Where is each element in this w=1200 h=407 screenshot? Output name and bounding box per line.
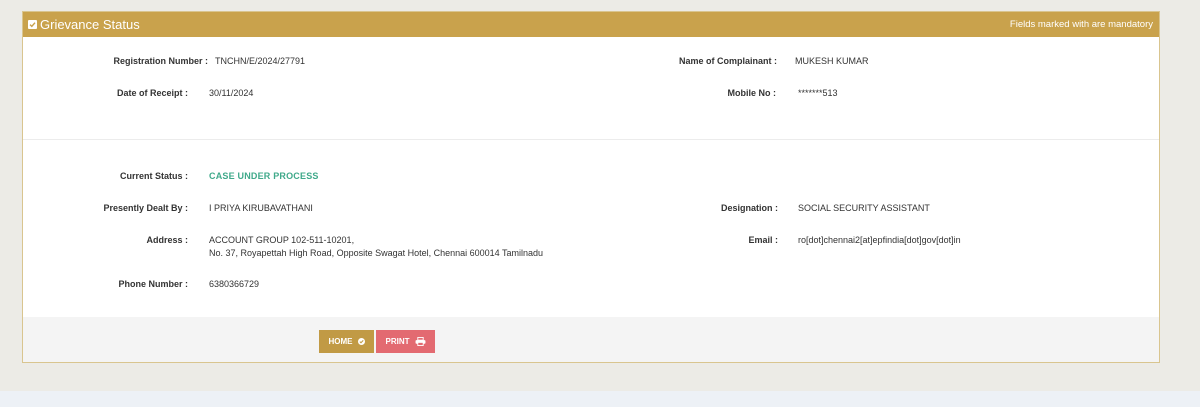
- section-divider: [23, 139, 1159, 140]
- mobile-no-label: Mobile No :: [727, 88, 777, 98]
- home-button[interactable]: HOME: [319, 330, 374, 353]
- check-circle-icon: [357, 338, 365, 345]
- date-of-receipt-value: 30/11/2024: [209, 88, 254, 98]
- printer-icon: [415, 337, 425, 346]
- panel-title: Grievance Status: [40, 17, 140, 32]
- presently-dealt-by-value: I PRIYA KIRUBAVATHANI: [209, 203, 313, 213]
- page-bottom-strip: [0, 391, 1200, 407]
- action-bar: HOME PRINT: [23, 317, 1159, 362]
- phone-number-label: Phone Number :: [118, 279, 188, 289]
- current-status-value: CASE UNDER PROCESS: [209, 171, 319, 181]
- designation-value: SOCIAL SECURITY ASSISTANT: [798, 203, 930, 213]
- designation-label: Designation :: [720, 203, 778, 213]
- home-button-label: HOME: [328, 337, 353, 346]
- address-label: Address :: [146, 235, 188, 245]
- name-of-complainant-label: Name of Complainant :: [678, 56, 777, 66]
- registration-number-label: Registration Number :: [113, 56, 208, 66]
- current-status-label: Current Status :: [119, 171, 188, 181]
- print-button[interactable]: PRINT: [376, 330, 435, 353]
- name-of-complainant-value: MUKESH KUMAR: [795, 56, 869, 66]
- mobile-no-value: *******513: [798, 88, 838, 98]
- checkbox-checked-icon: [28, 20, 37, 29]
- registration-number-value: TNCHN/E/2024/27791: [215, 56, 306, 66]
- print-button-label: PRINT: [385, 337, 410, 346]
- grievance-status-panel: Grievance Status Fields marked with are …: [22, 11, 1160, 363]
- panel-title-group: Grievance Status: [28, 17, 140, 32]
- email-value: ro[dot]chennai2[at]epfindia[dot]gov[dot]…: [798, 235, 961, 245]
- email-label: Email :: [748, 235, 778, 245]
- presently-dealt-by-label: Presently Dealt By :: [103, 203, 188, 213]
- address-line-1: ACCOUNT GROUP 102-511-10201,: [209, 235, 355, 245]
- phone-number-value: 6380366729: [209, 279, 260, 289]
- panel-header: Grievance Status Fields marked with are …: [23, 12, 1159, 37]
- address-line-2: No. 37, Royapettah High Road, Opposite S…: [209, 248, 544, 258]
- mandatory-note: Fields marked with are mandatory: [1009, 19, 1153, 30]
- date-of-receipt-label: Date of Receipt :: [116, 88, 188, 98]
